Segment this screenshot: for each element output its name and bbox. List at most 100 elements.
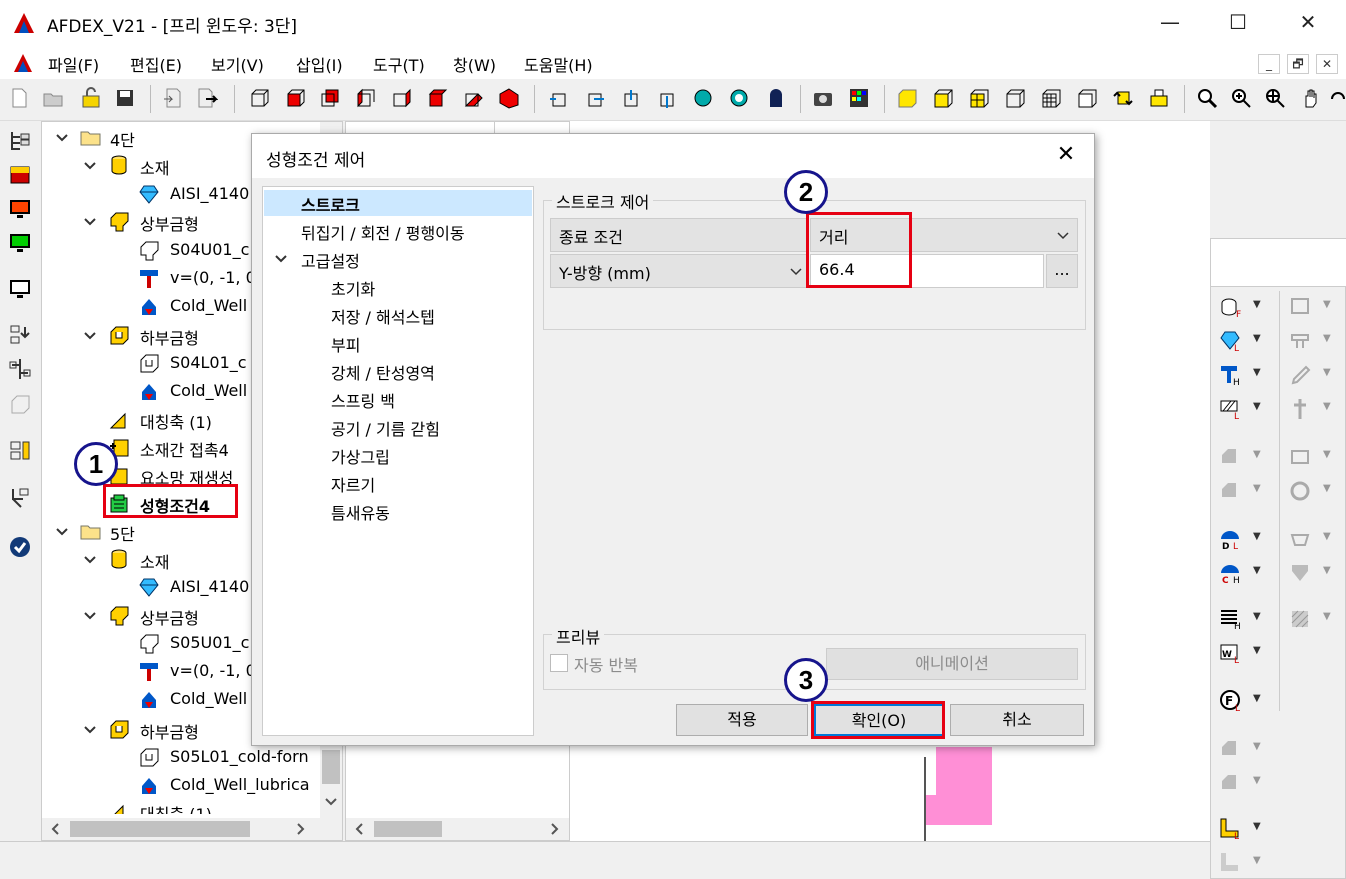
tree-upper-5-item-2[interactable]: v=(0, -1, 0 (170, 661, 256, 680)
tree-material[interactable]: 소재 (140, 155, 169, 179)
hatch-library-icon[interactable]: L (1219, 397, 1245, 422)
tree-lower-die[interactable]: 하부금형 (140, 325, 199, 349)
view-iso-icon[interactable] (498, 87, 520, 109)
view-cube-back-icon[interactable] (318, 87, 340, 109)
tree-material-5-item[interactable]: AISI_4140 (170, 577, 249, 596)
tree-symmetry-5[interactable]: 대칭축 (1) (140, 801, 212, 814)
chevron-down-icon[interactable] (84, 216, 96, 228)
tree-contact[interactable]: 소재간 접촉4 (140, 437, 229, 461)
nav-item-gap-flow[interactable]: 틈새유동 (331, 500, 390, 524)
rotate-left-icon[interactable] (548, 87, 570, 109)
dropdown-arrow-icon[interactable]: ▼ (1253, 565, 1261, 576)
dropdown-arrow-icon[interactable]: ▼ (1253, 299, 1261, 310)
tree-upper-5-item-1[interactable]: S05U01_c (170, 633, 249, 652)
dropdown-arrow-icon[interactable]: ▼ (1253, 611, 1261, 622)
rotate-right-icon[interactable] (584, 87, 606, 109)
close-window-button[interactable]: ✕ (1273, 0, 1343, 46)
tree-lower-item-1[interactable]: S04L01_c (170, 353, 247, 372)
scroll-right-icon[interactable] (548, 823, 560, 835)
menu-insert[interactable]: 삽입(I) (296, 52, 343, 76)
color-map-icon[interactable] (848, 87, 870, 109)
nav-item-virtual-grip[interactable]: 가상그립 (331, 444, 390, 468)
shaded-cube-icon[interactable] (932, 87, 954, 109)
pan-hand-icon[interactable] (1300, 87, 1322, 109)
dropdown-arrow-icon[interactable]: ▼ (1253, 531, 1261, 542)
tree-upper-die-5[interactable]: 상부금형 (140, 605, 199, 629)
chevron-down-icon[interactable] (56, 132, 68, 144)
rotate-cw-icon[interactable] (728, 87, 750, 109)
dropdown-arrow-icon[interactable]: ▼ (1323, 531, 1331, 542)
step-gray-icon[interactable] (1219, 851, 1245, 875)
tree-upper-item-1[interactable]: S04U01_c (170, 240, 249, 259)
pin-gray-icon[interactable] (1289, 397, 1315, 421)
scroll-thumb[interactable] (70, 821, 250, 837)
tree-stage-4[interactable]: 4단 (110, 127, 135, 151)
head-view-icon[interactable] (764, 87, 786, 109)
tree-horizontal-scrollbar[interactable] (42, 818, 342, 840)
dropdown-arrow-icon[interactable]: ▼ (1323, 299, 1331, 310)
add-step-icon[interactable] (8, 323, 32, 347)
mdi-minimize-button[interactable]: _ (1258, 54, 1280, 74)
zoom-in-icon[interactable] (1230, 87, 1252, 109)
nav-item-initialize[interactable]: 초기화 (331, 276, 375, 300)
tree-lower-5-item-2[interactable]: Cold_Well_lubrica (170, 775, 310, 794)
chevron-down-icon[interactable] (84, 330, 96, 342)
grid-cube-icon[interactable] (1040, 87, 1062, 109)
chevron-down-icon[interactable] (56, 526, 68, 538)
friction-library-icon[interactable]: FL (1219, 689, 1245, 714)
wall-library-icon[interactable]: WL (1219, 641, 1245, 666)
menu-tools[interactable]: 도구(T) (373, 52, 425, 76)
dome-library-icon[interactable]: DL (1219, 527, 1245, 552)
dome-heat-icon[interactable]: CH (1219, 561, 1245, 586)
dropdown-arrow-icon[interactable]: ▼ (1323, 333, 1331, 344)
direction-select[interactable]: Y-방향 (mm) (550, 254, 809, 288)
monitor-icon[interactable] (8, 277, 32, 301)
tree-lower-item-2[interactable]: Cold_Well (170, 381, 247, 400)
dropdown-arrow-icon[interactable]: ▼ (1253, 333, 1261, 344)
app-menu-icon[interactable] (12, 52, 34, 74)
scroll-thumb[interactable] (322, 750, 340, 784)
die-gray-icon[interactable] (1219, 445, 1245, 469)
chevron-down-icon[interactable] (1057, 231, 1069, 241)
maximize-button[interactable]: ☐ (1203, 0, 1273, 46)
check-run-icon[interactable] (8, 535, 32, 559)
die-gray-4-icon[interactable] (1219, 771, 1245, 795)
view-cube-left-icon[interactable] (354, 87, 376, 109)
monitor-graph-icon[interactable] (8, 231, 32, 255)
dropdown-arrow-icon[interactable]: ▼ (1323, 449, 1331, 460)
wire-cube-icon[interactable] (1004, 87, 1026, 109)
tree-upper-item-3[interactable]: Cold_Well (170, 296, 247, 315)
nav-item-air-oil-trap[interactable]: 공기 / 기름 갇힘 (331, 416, 440, 440)
apply-button[interactable]: 적용 (676, 704, 808, 736)
material-db-icon[interactable] (8, 163, 32, 187)
dropdown-arrow-icon[interactable]: ▼ (1253, 741, 1261, 752)
scroll-right-icon[interactable] (294, 823, 306, 835)
nav-item-advanced[interactable]: 고급설정 (301, 248, 360, 272)
dropdown-arrow-icon[interactable]: ▼ (1253, 775, 1261, 786)
step-library-icon[interactable]: L (1219, 817, 1245, 842)
menu-edit[interactable]: 편집(E) (130, 52, 182, 76)
dropdown-arrow-icon[interactable]: ▼ (1253, 401, 1261, 412)
zoom-window-icon[interactable] (1196, 87, 1218, 109)
tree-stage-5[interactable]: 5단 (110, 521, 135, 545)
view-cube-right-icon[interactable] (390, 87, 412, 109)
rotate-ccw-icon[interactable] (692, 87, 714, 109)
tree-lower-die-5[interactable]: 하부금형 (140, 719, 199, 743)
minimize-button[interactable]: — (1135, 0, 1205, 46)
menu-view[interactable]: 보기(V) (211, 52, 264, 76)
pane-horizontal-scrollbar[interactable] (346, 818, 569, 840)
dropdown-arrow-icon[interactable]: ▼ (1323, 565, 1331, 576)
camera-icon[interactable] (812, 87, 834, 109)
ring-gray-icon[interactable] (1289, 479, 1315, 503)
ellipsis-button[interactable]: ... (1046, 254, 1078, 288)
view-cube-front-icon[interactable] (284, 87, 306, 109)
material-flow-icon[interactable]: F (1219, 295, 1245, 320)
dropdown-arrow-icon[interactable]: ▼ (1323, 611, 1331, 622)
rotate-up-icon[interactable] (620, 87, 642, 109)
menu-window[interactable]: 창(W) (453, 52, 496, 76)
dropdown-arrow-icon[interactable]: ▼ (1323, 483, 1331, 494)
tree-material-item[interactable]: AISI_4140 (170, 184, 249, 203)
dropdown-arrow-icon[interactable]: ▼ (1253, 449, 1261, 460)
dropdown-arrow-icon[interactable]: ▼ (1253, 821, 1261, 832)
chevron-down-icon[interactable] (84, 610, 96, 622)
